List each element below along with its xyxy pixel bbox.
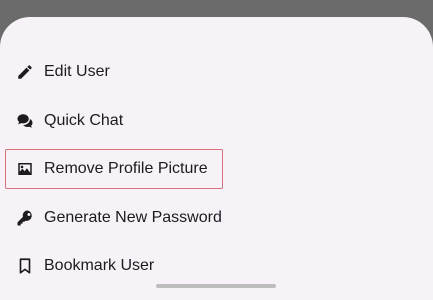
action-menu: Edit User Quick Chat Remove Profile Pict… (0, 48, 433, 291)
menu-item-label: Remove Profile Picture (44, 160, 208, 178)
menu-item-label: Generate New Password (44, 208, 222, 226)
menu-item-generate-new-password[interactable]: Generate New Password (0, 194, 433, 243)
menu-item-remove-profile-picture[interactable]: Remove Profile Picture (0, 145, 433, 194)
menu-item-label: Quick Chat (44, 111, 124, 129)
menu-item-label: Bookmark User (44, 257, 155, 275)
menu-item-edit-user[interactable]: Edit User (0, 48, 433, 97)
bottom-sheet: Edit User Quick Chat Remove Profile Pict… (0, 17, 433, 300)
menu-item-label: Edit User (44, 63, 110, 81)
image-icon (16, 160, 34, 178)
key-icon (16, 209, 34, 227)
menu-item-quick-chat[interactable]: Quick Chat (0, 97, 433, 146)
bookmark-icon (16, 257, 34, 275)
chat-bubbles-icon (16, 112, 34, 130)
navigation-handle[interactable] (156, 284, 276, 288)
pencil-icon (16, 63, 34, 81)
